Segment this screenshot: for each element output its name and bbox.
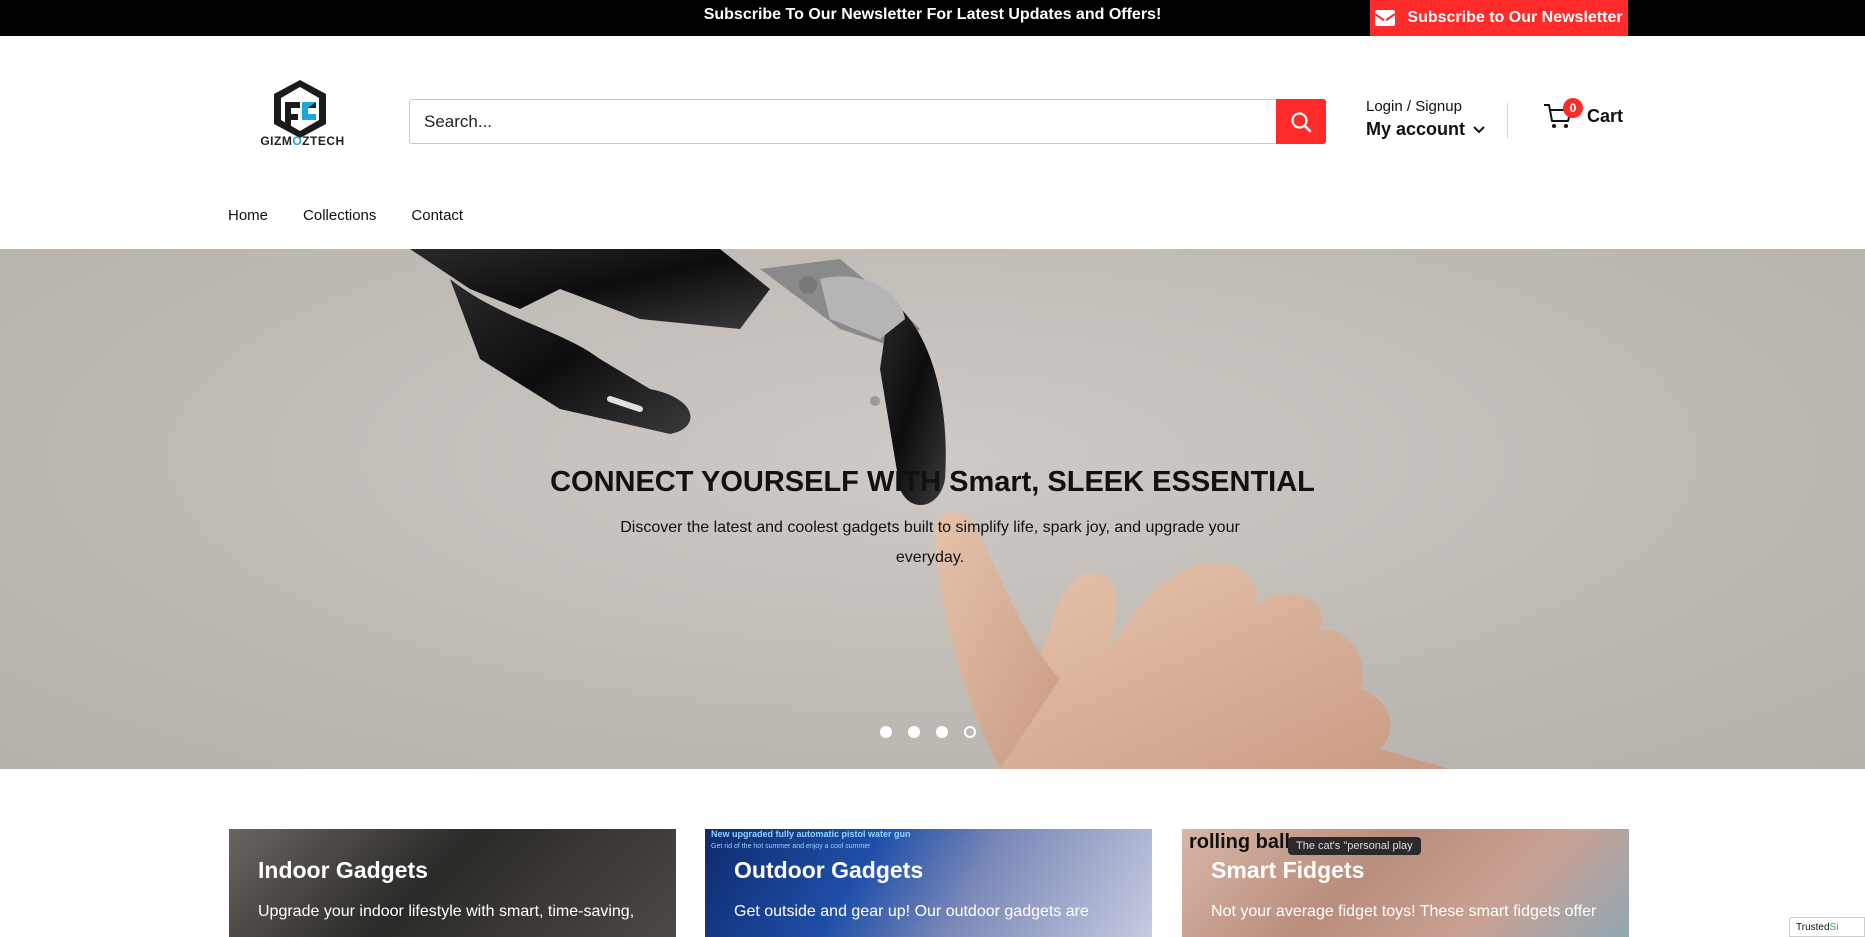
category-card-indoor[interactable]: Indoor Gadgets Upgrade your indoor lifes… (229, 829, 676, 937)
hero-slider: CONNECT YOURSELF WITH Smart, SLEEK ESSEN… (0, 249, 1865, 769)
search-button[interactable] (1276, 99, 1326, 144)
mail-icon (1375, 10, 1396, 26)
category-title: Outdoor Gadgets (734, 857, 924, 883)
hero-subtitle: Discover the latest and coolest gadgets … (620, 519, 1240, 566)
search-input[interactable] (410, 100, 1276, 143)
announcement-bar: Subscribe To Our Newsletter For Latest U… (0, 0, 1865, 36)
search-bar (409, 99, 1326, 144)
chevron-down-icon (1473, 125, 1485, 133)
slider-dots (880, 726, 976, 738)
category-card-fidgets[interactable]: rolling ball The cat's "personal play Sm… (1182, 829, 1629, 937)
category-image-caption: rolling ball (1189, 831, 1291, 853)
my-account-dropdown[interactable]: My account (1366, 119, 1485, 140)
category-description: Not your average fidget toys! These smar… (1211, 903, 1597, 920)
nav-item-collections[interactable]: Collections (303, 207, 376, 224)
slider-dot[interactable] (880, 726, 892, 738)
category-title: Indoor Gadgets (258, 857, 428, 883)
category-image-tag: The cat's "personal play (1288, 837, 1421, 855)
hero-image (410, 249, 1450, 769)
slider-dot[interactable] (936, 726, 948, 738)
nav-item-home[interactable]: Home (228, 207, 268, 224)
category-title: Smart Fidgets (1211, 857, 1365, 883)
category-description: Upgrade your indoor lifestyle with smart… (258, 903, 635, 920)
category-image-caption: New upgraded fully automatic pistol wate… (711, 829, 911, 839)
header-divider (1507, 103, 1508, 139)
login-signup-link[interactable]: Login / Signup (1366, 98, 1485, 115)
subscribe-button-label: Subscribe to Our Newsletter (1407, 9, 1623, 26)
nav-item-contact[interactable]: Contact (411, 207, 463, 224)
cart-count-badge: 0 (1563, 98, 1583, 118)
category-card-outdoor[interactable]: New upgraded fully automatic pistol wate… (705, 829, 1152, 937)
my-account-label: My account (1366, 119, 1466, 139)
subscribe-newsletter-button[interactable]: Subscribe to Our Newsletter (1370, 0, 1628, 36)
slider-dot[interactable] (908, 726, 920, 738)
brand-logo-text: GIZMOZTECH (260, 134, 345, 148)
account-area: Login / Signup My account (1366, 98, 1485, 140)
cart-label: Cart (1587, 105, 1624, 126)
trusted-site-badge[interactable]: TrustedSi (1789, 917, 1865, 937)
category-description: Get outside and gear up! Our outdoor gad… (734, 903, 1089, 920)
slider-dot-active[interactable] (964, 726, 976, 738)
hero-title: CONNECT YOURSELF WITH Smart, SLEEK ESSEN… (550, 466, 1315, 498)
cart-button[interactable]: 0 Cart (1543, 98, 1624, 131)
category-image-caption: Get rid of the hot summer and enjoy a co… (711, 843, 871, 850)
main-navigation: Home Collections Contact (228, 207, 463, 224)
search-icon (1291, 111, 1312, 132)
